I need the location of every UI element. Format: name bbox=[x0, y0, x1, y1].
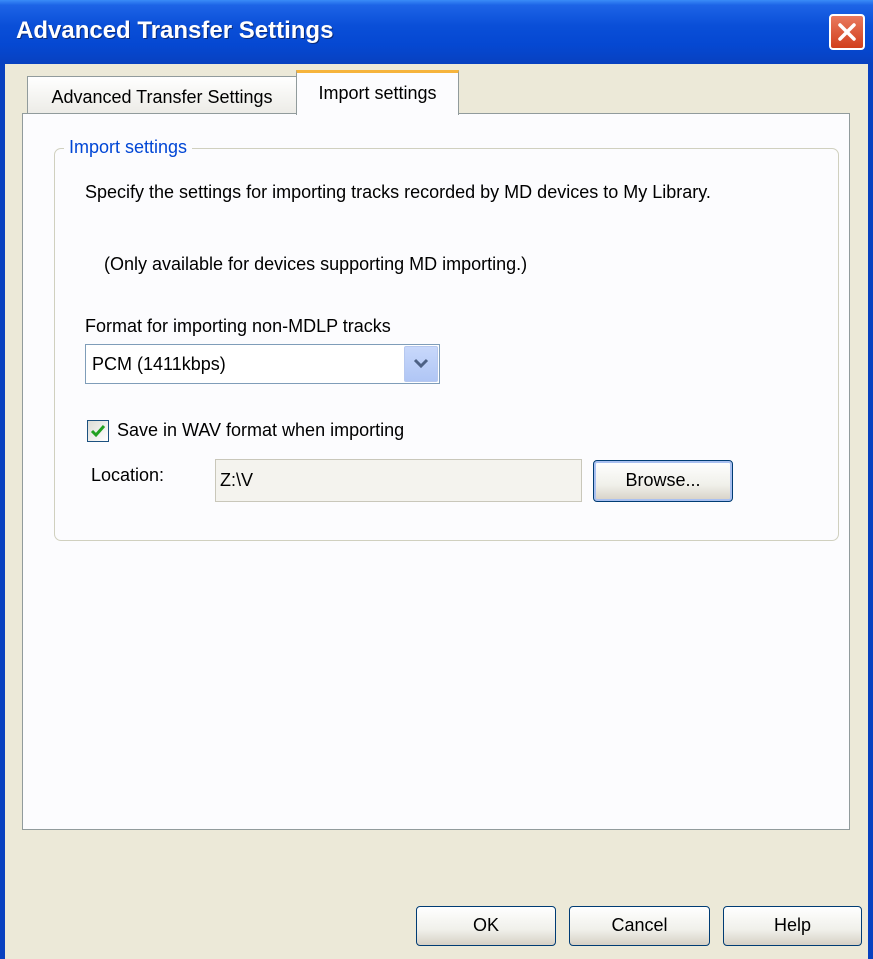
save-wav-checkbox[interactable] bbox=[87, 420, 109, 442]
window-title: Advanced Transfer Settings bbox=[16, 17, 334, 44]
tab-label: Import settings bbox=[318, 83, 437, 103]
tab-bottom-cover bbox=[297, 114, 458, 117]
window-frame-left bbox=[0, 64, 5, 959]
group-legend: Import settings bbox=[64, 137, 193, 158]
chevron-down-icon bbox=[413, 358, 429, 369]
location-label: Location: bbox=[91, 465, 165, 485]
title-bar[interactable]: Advanced Transfer Settings bbox=[0, 0, 873, 64]
format-dropdown-button[interactable] bbox=[404, 346, 438, 382]
browse-button[interactable]: Browse... bbox=[593, 460, 733, 502]
help-button-label: Help bbox=[773, 915, 812, 935]
description-text: Specify the settings for importing track… bbox=[85, 182, 711, 202]
checkmark-icon bbox=[90, 425, 106, 438]
close-button[interactable] bbox=[829, 14, 865, 50]
ok-button-label: OK bbox=[472, 915, 499, 935]
help-button[interactable]: Help bbox=[723, 906, 862, 946]
window-frame-right bbox=[868, 64, 873, 959]
tab-advanced-transfer-settings[interactable]: Advanced Transfer Settings bbox=[27, 76, 297, 114]
cancel-button-label: Cancel bbox=[611, 915, 668, 935]
dialog-window: Advanced Transfer Settings Advanced Tran… bbox=[0, 0, 873, 959]
location-field[interactable]: Z:\V bbox=[215, 459, 582, 502]
availability-note: (Only available for devices supporting M… bbox=[104, 254, 528, 274]
tab-label: Advanced Transfer Settings bbox=[51, 87, 273, 107]
close-icon bbox=[838, 23, 856, 41]
ok-button[interactable]: OK bbox=[416, 906, 556, 946]
format-select-value: PCM (1411kbps) bbox=[92, 354, 226, 374]
save-wav-label[interactable]: Save in WAV format when importing bbox=[117, 420, 404, 441]
location-value: Z:\V bbox=[220, 470, 254, 490]
format-label: Format for importing non-MDLP tracks bbox=[85, 316, 391, 336]
cancel-button[interactable]: Cancel bbox=[569, 906, 710, 946]
browse-button-label: Browse... bbox=[625, 470, 701, 490]
tab-import-settings[interactable]: Import settings bbox=[296, 70, 459, 117]
format-select[interactable]: PCM (1411kbps) bbox=[85, 344, 440, 384]
